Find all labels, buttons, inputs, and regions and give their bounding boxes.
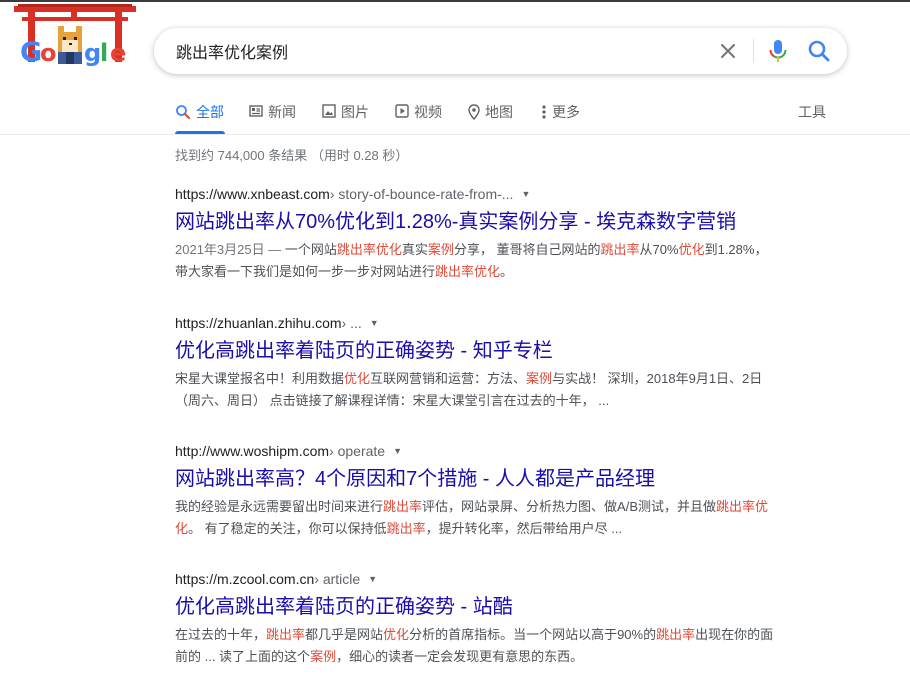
- url-host: https://m.zcool.com.cn: [175, 571, 315, 587]
- clear-icon[interactable]: [716, 39, 740, 63]
- keyword-highlight: 跳出率: [266, 627, 306, 642]
- snippet-text: 真实: [401, 242, 428, 257]
- result-url[interactable]: https://m.zcool.com.cn › article ▼: [175, 569, 775, 589]
- result-url[interactable]: http://www.woshipm.com › operate ▼: [175, 441, 775, 461]
- chevron-down-icon[interactable]: ▼: [521, 184, 530, 204]
- chevron-down-icon[interactable]: ▼: [393, 441, 402, 461]
- snippet-text: ，细心的读者一定会发现更有意思的东西。: [336, 649, 584, 664]
- search-result: http://www.woshipm.com › operate ▼ 网站跳出率…: [175, 441, 775, 540]
- tab-label: 图片: [341, 104, 369, 120]
- search-result: https://zhuanlan.zhihu.com › ... ▼ 优化高跳出…: [175, 313, 775, 412]
- result-date: 2021年3月25日 —: [175, 242, 285, 257]
- snippet-text: 评估，网站录屏、分析热力图、做A/B测试，并且做: [422, 499, 716, 514]
- keyword-highlight: 跳出率: [600, 242, 640, 257]
- result-stats: 找到约 744,000 条结果 （用时 0.28 秒）: [175, 148, 409, 163]
- url-host: https://zhuanlan.zhihu.com: [175, 315, 342, 331]
- keyword-highlight: 跳出率: [656, 627, 696, 642]
- tab-label: 视频: [414, 104, 442, 120]
- keyword-highlight: 跳出率: [383, 499, 423, 514]
- result-title-link[interactable]: 网站跳出率高？4个原因和7个措施 - 人人都是产品经理: [175, 466, 775, 492]
- snippet-text: 都几乎是网站: [305, 627, 384, 642]
- url-path: › article: [314, 571, 361, 587]
- keyword-highlight: 跳出率优化: [435, 264, 501, 279]
- tab-label: 地图: [485, 104, 513, 120]
- keyword-highlight: 案例: [526, 371, 553, 386]
- keyword-highlight: 案例: [427, 242, 454, 257]
- search-icon[interactable]: [806, 38, 832, 64]
- window-top-border: [0, 0, 910, 2]
- tab-videos[interactable]: 视频: [395, 100, 442, 134]
- keyword-highlight: 优化: [344, 371, 371, 386]
- result-snippet: 我的经验是永远需要留出时间来进行跳出率评估，网站录屏、分析热力图、做A/B测试，…: [175, 496, 775, 540]
- keyword-highlight: 跳出率: [386, 521, 426, 536]
- svg-text:l: l: [100, 39, 108, 67]
- snippet-text: 。 有了稳定的关注，你可以保持低: [188, 521, 387, 536]
- search-result: https://www.xnbeast.com › story-of-bounc…: [175, 184, 775, 283]
- keyword-highlight: 优化: [678, 242, 705, 257]
- tab-maps[interactable]: 地图: [468, 100, 513, 134]
- snippet-text: 。: [500, 264, 514, 279]
- search-input[interactable]: [176, 28, 696, 74]
- snippet-text: 分析的首席指标。当一个网站以高于90%的: [409, 627, 657, 642]
- result-snippet: 在过去的十年，跳出率都几乎是网站优化分析的首席指标。当一个网站以高于90%的跳出…: [175, 624, 775, 668]
- result-url[interactable]: https://www.xnbeast.com › story-of-bounc…: [175, 184, 775, 204]
- snippet-text: 分享， 董哥将自己网站的: [453, 242, 601, 257]
- chevron-down-icon[interactable]: ▼: [368, 569, 377, 589]
- svg-text:g: g: [84, 39, 101, 67]
- microphone-icon[interactable]: [766, 38, 790, 64]
- result-title-link[interactable]: 网站跳出率从70%优化到1.28%-真实案例分享 - 埃克森数字营销: [175, 209, 775, 235]
- snippet-text: 在过去的十年，: [175, 627, 267, 642]
- result-title-link[interactable]: 优化高跳出率着陆页的正确姿势 - 知乎专栏: [175, 338, 775, 364]
- keyword-highlight: 跳出率优化: [336, 242, 402, 257]
- more-vert-icon: [542, 105, 546, 119]
- search-box: [154, 28, 847, 74]
- keyword-highlight: 优化: [383, 627, 410, 642]
- keyword-highlight: 案例: [310, 649, 337, 664]
- url-path: › ...: [341, 315, 362, 331]
- svg-text:e: e: [110, 39, 126, 67]
- tab-all[interactable]: 全部: [175, 100, 225, 134]
- tab-images[interactable]: 图片: [322, 100, 369, 134]
- url-host: https://www.xnbeast.com: [175, 186, 330, 202]
- tab-news[interactable]: 新闻: [249, 100, 296, 134]
- url-path: › operate: [329, 443, 386, 459]
- tab-more[interactable]: 更多: [541, 100, 580, 134]
- url-path: › story-of-bounce-rate-from-...: [329, 186, 514, 202]
- tab-label: 更多: [552, 104, 580, 120]
- snippet-text: 我的经验是永远需要留出时间来进行: [175, 499, 384, 514]
- tools-button[interactable]: 工具: [798, 100, 826, 124]
- snippet-text: 互联网营销和运营：方法、: [370, 371, 527, 386]
- tab-label: 新闻: [268, 104, 296, 120]
- svg-text:o: o: [40, 39, 57, 67]
- snippet-text: ，提升转化率，然后带给用户尽 ...: [425, 521, 623, 536]
- snippet-text: 从70%: [639, 242, 679, 257]
- image-icon: [322, 104, 336, 118]
- search-result: https://m.zcool.com.cn › article ▼ 优化高跳出…: [175, 569, 775, 668]
- map-pin-icon: [468, 104, 480, 120]
- url-host: http://www.woshipm.com: [175, 443, 330, 459]
- result-snippet: 宋星大课堂报名中！利用数据优化互联网营销和运营：方法、案例与实战！ 深圳，201…: [175, 368, 775, 412]
- svg-text:G: G: [20, 37, 42, 68]
- google-doodle-logo[interactable]: G o g l e: [14, 4, 136, 70]
- news-icon: [249, 105, 263, 117]
- result-snippet: 2021年3月25日 — 一个网站跳出率优化真实案例分享， 董哥将自己网站的跳出…: [175, 239, 775, 283]
- search-icon: [176, 105, 190, 119]
- chevron-down-icon[interactable]: ▼: [370, 313, 379, 333]
- video-icon: [395, 104, 409, 118]
- header-divider: [0, 134, 910, 135]
- result-title-link[interactable]: 优化高跳出率着陆页的正确姿势 - 站酷: [175, 594, 775, 620]
- result-url[interactable]: https://zhuanlan.zhihu.com › ... ▼: [175, 313, 775, 333]
- snippet-text: 一个网站: [284, 242, 337, 257]
- tab-label: 全部: [196, 104, 224, 120]
- search-box-divider: [753, 39, 754, 63]
- snippet-text: 宋星大课堂报名中！利用数据: [175, 371, 345, 386]
